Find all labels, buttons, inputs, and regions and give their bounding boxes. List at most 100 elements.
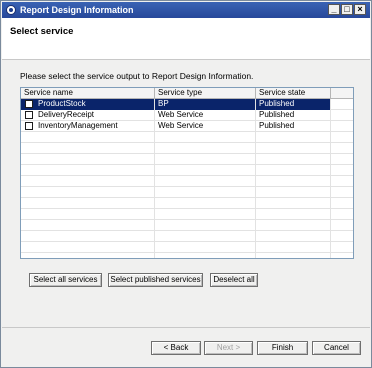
empty-cell <box>256 154 331 165</box>
instruction-text: Please select the service output to Repo… <box>20 71 254 81</box>
empty-cell <box>331 121 353 132</box>
empty-cell <box>21 132 155 143</box>
service-name-cell: InventoryManagement <box>21 121 155 132</box>
table-header: Service name Service type Service state <box>21 88 353 99</box>
empty-cell <box>21 220 155 231</box>
service-type-cell: Web Service <box>155 121 256 132</box>
service-name-cell: DeliveryReceipt <box>21 110 155 121</box>
footer-divider <box>2 327 370 328</box>
service-state-cell: Published <box>256 99 331 110</box>
empty-cell <box>331 165 353 176</box>
select-published-services-button[interactable]: Select published services <box>108 273 203 287</box>
empty-table-row <box>21 220 353 231</box>
empty-cell <box>21 209 155 220</box>
select-all-services-button[interactable]: Select all services <box>29 273 102 287</box>
empty-cell <box>155 198 256 209</box>
empty-cell <box>256 231 331 242</box>
empty-cell <box>256 209 331 220</box>
empty-cell <box>21 198 155 209</box>
service-name-cell: ProductStock <box>21 99 155 110</box>
empty-cell <box>155 253 256 258</box>
empty-table-row <box>21 132 353 143</box>
table-row[interactable]: ProductStock BP Published <box>21 99 353 110</box>
table-row[interactable]: InventoryManagement Web Service Published <box>21 121 353 132</box>
empty-cell <box>155 176 256 187</box>
service-name: DeliveryReceipt <box>38 110 95 119</box>
empty-cell <box>331 242 353 253</box>
empty-table-row <box>21 209 353 220</box>
empty-cell <box>331 209 353 220</box>
empty-table-row <box>21 253 353 258</box>
service-type-cell: Web Service <box>155 110 256 121</box>
empty-cell <box>331 198 353 209</box>
page-title: Select service <box>10 26 74 37</box>
empty-cell <box>256 143 331 154</box>
empty-cell <box>331 154 353 165</box>
empty-cell <box>21 253 155 258</box>
empty-cell <box>331 99 353 110</box>
empty-table-row <box>21 154 353 165</box>
close-button[interactable]: × <box>354 4 366 15</box>
dialog-window: Report Design Information _ □ × Select s… <box>0 0 372 368</box>
deselect-all-button[interactable]: Deselect all <box>210 273 258 287</box>
empty-cell <box>256 220 331 231</box>
services-table: Service name Service type Service state … <box>20 87 354 259</box>
empty-cell <box>21 165 155 176</box>
cancel-button[interactable]: Cancel <box>312 341 361 355</box>
empty-cell <box>331 220 353 231</box>
service-state-cell: Published <box>256 110 331 121</box>
row-checkbox[interactable] <box>25 111 33 119</box>
empty-cell <box>21 242 155 253</box>
service-name: InventoryManagement <box>38 121 118 130</box>
empty-table-row <box>21 198 353 209</box>
empty-cell <box>155 165 256 176</box>
empty-cell <box>331 110 353 121</box>
empty-cell <box>21 187 155 198</box>
window-title: Report Design Information <box>20 5 134 15</box>
empty-cell <box>155 154 256 165</box>
empty-cell <box>155 242 256 253</box>
back-button[interactable]: < Back <box>151 341 201 355</box>
empty-cell <box>256 165 331 176</box>
empty-cell <box>256 253 331 258</box>
empty-cell <box>331 132 353 143</box>
empty-table-row <box>21 187 353 198</box>
empty-cell <box>256 198 331 209</box>
table-row[interactable]: DeliveryReceipt Web Service Published <box>21 110 353 121</box>
empty-cell <box>155 209 256 220</box>
empty-table-row <box>21 242 353 253</box>
empty-table-row <box>21 143 353 154</box>
column-header-service-state[interactable]: Service state <box>256 88 331 99</box>
row-checkbox[interactable] <box>25 100 33 108</box>
column-header-service-type[interactable]: Service type <box>155 88 256 99</box>
empty-cell <box>155 143 256 154</box>
empty-cell <box>21 176 155 187</box>
empty-cell <box>155 231 256 242</box>
empty-table-row <box>21 165 353 176</box>
app-icon <box>6 5 16 15</box>
next-button[interactable]: Next > <box>204 341 253 355</box>
empty-cell <box>155 220 256 231</box>
empty-cell <box>331 176 353 187</box>
minimize-button[interactable]: _ <box>328 4 340 15</box>
empty-cell <box>21 143 155 154</box>
empty-cell <box>256 132 331 143</box>
empty-cell <box>256 187 331 198</box>
empty-cell <box>155 187 256 198</box>
empty-table-row <box>21 176 353 187</box>
column-header-service-name[interactable]: Service name <box>21 88 155 99</box>
empty-cell <box>331 143 353 154</box>
title-bar[interactable]: Report Design Information _ □ × <box>2 2 370 18</box>
service-state-cell: Published <box>256 121 331 132</box>
empty-cell <box>155 132 256 143</box>
service-name: ProductStock <box>38 99 86 108</box>
row-checkbox[interactable] <box>25 122 33 130</box>
service-type-cell: BP <box>155 99 256 110</box>
empty-cell <box>331 187 353 198</box>
finish-button[interactable]: Finish <box>257 341 308 355</box>
empty-table-row <box>21 231 353 242</box>
empty-cell <box>331 231 353 242</box>
maximize-button[interactable]: □ <box>341 4 353 15</box>
column-header-filler <box>331 88 353 99</box>
wizard-header: Select service <box>2 18 370 60</box>
